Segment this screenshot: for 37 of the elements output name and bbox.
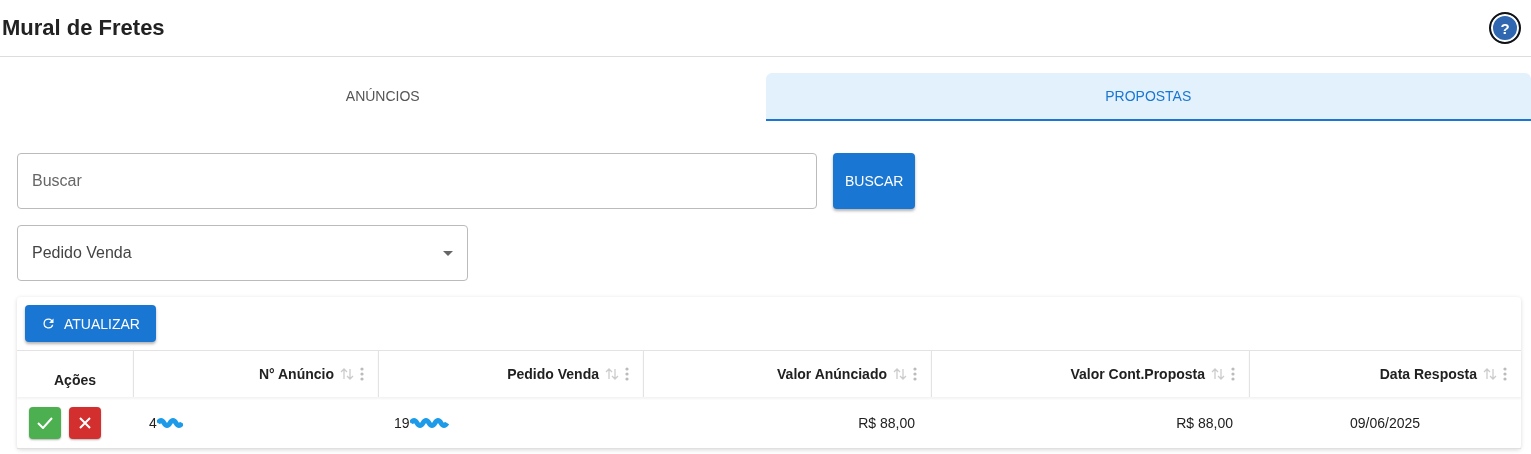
column-header[interactable]: Data Resposta (1379, 366, 1477, 382)
table-cell: R$ 88,00 (1176, 414, 1233, 431)
sort-icon[interactable] (340, 367, 354, 381)
column-header[interactable]: Pedido Venda (507, 366, 599, 382)
column-menu-icon[interactable] (913, 367, 917, 381)
column-menu-icon[interactable] (1503, 367, 1507, 381)
refresh-button[interactable]: ATUALIZAR (25, 305, 156, 342)
search-field[interactable]: Buscar (17, 153, 817, 209)
column-menu-icon[interactable] (360, 367, 364, 381)
table-cell: 4 (149, 414, 157, 431)
sort-icon[interactable] (605, 367, 619, 381)
help-button[interactable]: ? (1489, 12, 1521, 44)
tab[interactable]: PROPOSTAS (765, 73, 1531, 121)
table-cell: 09/06/2025 (1349, 414, 1421, 431)
page-title: Mural de Fretes (2, 15, 165, 41)
search-button[interactable]: BUSCAR (833, 153, 916, 209)
order-select[interactable]: Pedido Venda (17, 225, 468, 281)
sort-icon[interactable] (1483, 367, 1497, 381)
close-icon (79, 416, 91, 429)
accept-button[interactable] (29, 406, 61, 439)
column-menu-icon[interactable] (1231, 367, 1235, 381)
column-header[interactable]: N° Anúncio (258, 366, 334, 382)
table-cell: 19 (394, 414, 410, 431)
column-menu-icon[interactable] (625, 367, 629, 381)
dropdown-caret-icon (443, 250, 453, 256)
check-icon (37, 416, 53, 429)
column-header[interactable]: Valor Cont.Proposta (1070, 366, 1205, 382)
reject-button[interactable] (69, 406, 101, 439)
scribble-icon (156, 417, 183, 428)
sort-icon[interactable] (893, 367, 907, 381)
tab[interactable]: ANÚNCIOS (0, 73, 766, 121)
column-header: Ações (54, 372, 96, 388)
scribble-icon (409, 417, 450, 428)
refresh-icon (41, 316, 56, 331)
column-header[interactable]: Valor Anúnciado (777, 366, 887, 382)
table-cell: R$ 88,00 (858, 414, 915, 431)
sort-icon[interactable] (1211, 367, 1225, 381)
